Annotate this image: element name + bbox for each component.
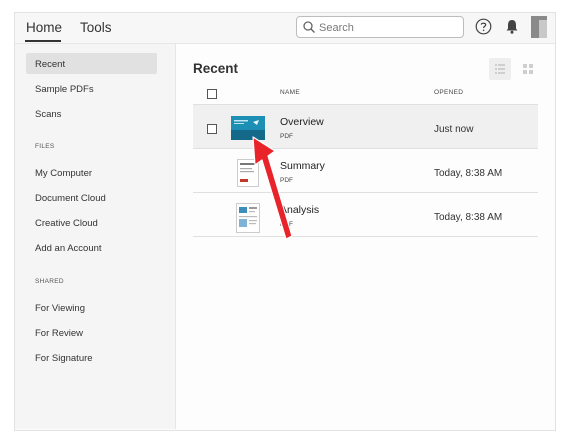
app-window: Home Tools Recent Sample PDFs Scans FILE…	[14, 12, 556, 431]
search-box[interactable]	[296, 16, 464, 38]
file-name[interactable]: Overview	[280, 116, 324, 128]
sidebar-item-for-review[interactable]: For Review	[35, 328, 83, 339]
grid-view-button[interactable]	[517, 58, 539, 80]
file-opened-time: Just now	[434, 124, 474, 135]
file-opened-time: Today, 8:38 AM	[434, 212, 503, 223]
sidebar-item-for-viewing[interactable]: For Viewing	[35, 303, 85, 314]
tab-home[interactable]: Home	[26, 20, 62, 35]
select-all-checkbox[interactable]	[207, 89, 217, 99]
grid-view-icon	[523, 64, 533, 74]
sidebar: Recent Sample PDFs Scans FILES My Comput…	[15, 44, 176, 429]
red-arrow	[252, 136, 293, 240]
column-header-name[interactable]: NAME	[280, 89, 300, 96]
top-bar: Home Tools	[15, 13, 555, 44]
help-icon[interactable]	[475, 18, 492, 35]
tab-tools[interactable]: Tools	[80, 20, 112, 35]
sidebar-item-recent[interactable]: Recent	[35, 59, 65, 70]
sidebar-item-document-cloud[interactable]: Document Cloud	[35, 193, 106, 204]
page-title: Recent	[193, 61, 239, 76]
active-tab-indicator	[25, 40, 61, 42]
sidebar-item-scans[interactable]: Scans	[35, 109, 61, 120]
search-input[interactable]	[317, 18, 461, 37]
search-icon	[303, 21, 315, 33]
file-opened-time: Today, 8:38 AM	[434, 168, 503, 179]
bell-icon[interactable]	[504, 18, 520, 35]
sidebar-item-creative-cloud[interactable]: Creative Cloud	[35, 218, 98, 229]
column-header-opened[interactable]: OPENED	[434, 89, 463, 96]
sidebar-item-my-computer[interactable]: My Computer	[35, 168, 92, 179]
sidebar-item-sample-pdfs[interactable]: Sample PDFs	[35, 84, 94, 95]
sidebar-item-for-signature[interactable]: For Signature	[35, 353, 93, 364]
avatar[interactable]	[531, 16, 547, 38]
sidebar-item-add-account[interactable]: Add an Account	[35, 243, 102, 254]
shared-section-header: SHARED	[35, 278, 64, 285]
list-view-button[interactable]	[489, 58, 511, 80]
files-section-header: FILES	[35, 143, 55, 150]
list-view-icon	[495, 64, 505, 74]
row-checkbox[interactable]	[207, 124, 217, 134]
